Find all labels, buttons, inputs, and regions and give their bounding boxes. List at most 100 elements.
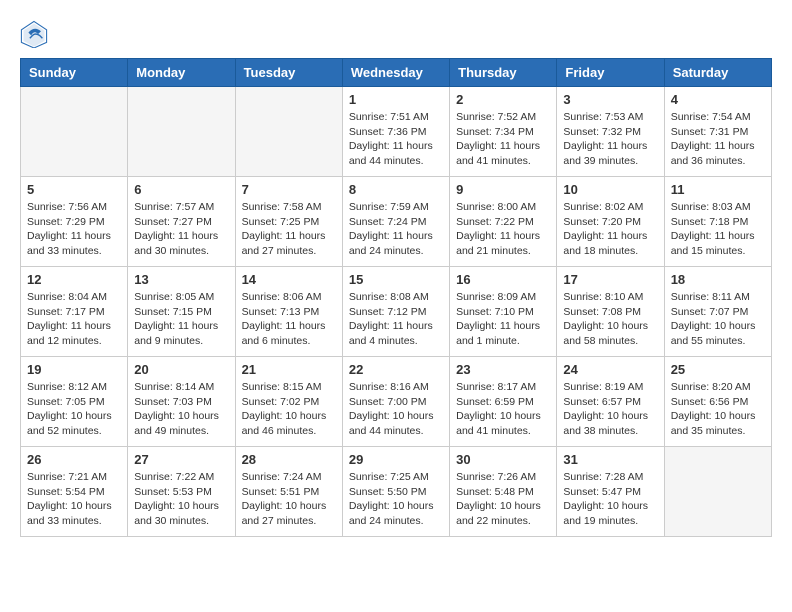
calendar-cell: 14Sunrise: 8:06 AMSunset: 7:13 PMDayligh…	[235, 267, 342, 357]
day-number: 28	[242, 452, 336, 467]
day-number: 6	[134, 182, 228, 197]
day-number: 10	[563, 182, 657, 197]
day-number: 21	[242, 362, 336, 377]
calendar-cell: 4 Sunrise: 7:54 AMSunset: 7:31 PMDaylight…	[664, 87, 771, 177]
day-number: 15	[349, 272, 443, 287]
day-number: 19	[27, 362, 121, 377]
day-number: 25	[671, 362, 765, 377]
weekday-header-thursday: Thursday	[450, 59, 557, 87]
calendar-cell: 9 Sunrise: 8:00 AMSunset: 7:22 PMDaylight…	[450, 177, 557, 267]
page-header	[20, 20, 772, 48]
day-number: 20	[134, 362, 228, 377]
day-number: 12	[27, 272, 121, 287]
day-number: 30	[456, 452, 550, 467]
day-number: 27	[134, 452, 228, 467]
logo-icon	[20, 20, 48, 48]
day-info: Sunrise: 8:19 AMSunset: 6:57 PMDaylight:…	[563, 380, 657, 439]
day-info: Sunrise: 7:52 AMSunset: 7:34 PMDaylight:…	[456, 110, 550, 169]
day-info: Sunrise: 8:05 AMSunset: 7:15 PMDaylight:…	[134, 290, 228, 349]
day-info: Sunrise: 7:57 AMSunset: 7:27 PMDaylight:…	[134, 200, 228, 259]
calendar-cell: 22 Sunrise: 8:16 AMSunset: 7:00 PMDayligh…	[342, 357, 449, 447]
day-number: 24	[563, 362, 657, 377]
calendar-cell: 3 Sunrise: 7:53 AMSunset: 7:32 PMDaylight…	[557, 87, 664, 177]
day-number: 4	[671, 92, 765, 107]
day-number: 8	[349, 182, 443, 197]
logo	[20, 20, 52, 48]
calendar-cell: 19 Sunrise: 8:12 AMSunset: 7:05 PMDayligh…	[21, 357, 128, 447]
calendar-cell: 27 Sunrise: 7:22 AMSunset: 5:53 PMDayligh…	[128, 447, 235, 537]
day-number: 13	[134, 272, 228, 287]
calendar-cell	[664, 447, 771, 537]
day-info: Sunrise: 7:21 AMSunset: 5:54 PMDaylight:…	[27, 470, 121, 529]
day-info: Sunrise: 7:58 AMSunset: 7:25 PMDaylight:…	[242, 200, 336, 259]
day-info: Sunrise: 7:56 AMSunset: 7:29 PMDaylight:…	[27, 200, 121, 259]
calendar-cell: 7 Sunrise: 7:58 AMSunset: 7:25 PMDaylight…	[235, 177, 342, 267]
calendar-cell: 13 Sunrise: 8:05 AMSunset: 7:15 PMDayligh…	[128, 267, 235, 357]
calendar-cell	[128, 87, 235, 177]
calendar-cell: 29Sunrise: 7:25 AMSunset: 5:50 PMDayligh…	[342, 447, 449, 537]
day-number: 3	[563, 92, 657, 107]
day-info: Sunrise: 8:12 AMSunset: 7:05 PMDaylight:…	[27, 380, 121, 439]
week-row-1: 1Sunrise: 7:51 AMSunset: 7:36 PMDaylight…	[21, 87, 772, 177]
calendar-cell: 23 Sunrise: 8:17 AMSunset: 6:59 PMDayligh…	[450, 357, 557, 447]
calendar-cell: 30Sunrise: 7:26 AMSunset: 5:48 PMDayligh…	[450, 447, 557, 537]
day-number: 31	[563, 452, 657, 467]
day-info: Sunrise: 7:24 AMSunset: 5:51 PMDaylight:…	[242, 470, 336, 529]
calendar-cell: 31 Sunrise: 7:28 AMSunset: 5:47 PMDayligh…	[557, 447, 664, 537]
calendar-cell: 10 Sunrise: 8:02 AMSunset: 7:20 PMDayligh…	[557, 177, 664, 267]
day-info: Sunrise: 8:11 AMSunset: 7:07 PMDaylight:…	[671, 290, 765, 349]
calendar-cell: 25 Sunrise: 8:20 AMSunset: 6:56 PMDayligh…	[664, 357, 771, 447]
calendar-cell	[21, 87, 128, 177]
calendar-cell: 2 Sunrise: 7:52 AMSunset: 7:34 PMDaylight…	[450, 87, 557, 177]
calendar-cell: 8 Sunrise: 7:59 AMSunset: 7:24 PMDaylight…	[342, 177, 449, 267]
day-number: 9	[456, 182, 550, 197]
day-number: 26	[27, 452, 121, 467]
calendar-cell: 24 Sunrise: 8:19 AMSunset: 6:57 PMDayligh…	[557, 357, 664, 447]
weekday-header-monday: Monday	[128, 59, 235, 87]
day-info: Sunrise: 8:14 AMSunset: 7:03 PMDaylight:…	[134, 380, 228, 439]
weekday-header-tuesday: Tuesday	[235, 59, 342, 87]
day-number: 2	[456, 92, 550, 107]
day-info: Sunrise: 8:09 AMSunset: 7:10 PMDaylight:…	[456, 290, 550, 349]
calendar-table: SundayMondayTuesdayWednesdayThursdayFrid…	[20, 58, 772, 537]
calendar-cell	[235, 87, 342, 177]
day-info: Sunrise: 8:03 AMSunset: 7:18 PMDaylight:…	[671, 200, 765, 259]
day-info: Sunrise: 8:20 AMSunset: 6:56 PMDaylight:…	[671, 380, 765, 439]
week-row-4: 19 Sunrise: 8:12 AMSunset: 7:05 PMDayligh…	[21, 357, 772, 447]
day-number: 23	[456, 362, 550, 377]
day-info: Sunrise: 8:08 AMSunset: 7:12 PMDaylight:…	[349, 290, 443, 349]
day-info: Sunrise: 8:17 AMSunset: 6:59 PMDaylight:…	[456, 380, 550, 439]
day-number: 18	[671, 272, 765, 287]
calendar-cell: 26 Sunrise: 7:21 AMSunset: 5:54 PMDayligh…	[21, 447, 128, 537]
day-info: Sunrise: 7:59 AMSunset: 7:24 PMDaylight:…	[349, 200, 443, 259]
calendar-cell: 21Sunrise: 8:15 AMSunset: 7:02 PMDayligh…	[235, 357, 342, 447]
weekday-header-row: SundayMondayTuesdayWednesdayThursdayFrid…	[21, 59, 772, 87]
day-info: Sunrise: 7:22 AMSunset: 5:53 PMDaylight:…	[134, 470, 228, 529]
weekday-header-sunday: Sunday	[21, 59, 128, 87]
calendar-cell: 17Sunrise: 8:10 AMSunset: 7:08 PMDayligh…	[557, 267, 664, 357]
day-info: Sunrise: 8:00 AMSunset: 7:22 PMDaylight:…	[456, 200, 550, 259]
day-info: Sunrise: 8:10 AMSunset: 7:08 PMDaylight:…	[563, 290, 657, 349]
day-info: Sunrise: 7:54 AMSunset: 7:31 PMDaylight:…	[671, 110, 765, 169]
calendar-cell: 16 Sunrise: 8:09 AMSunset: 7:10 PMDayligh…	[450, 267, 557, 357]
calendar-cell: 11Sunrise: 8:03 AMSunset: 7:18 PMDayligh…	[664, 177, 771, 267]
weekday-header-wednesday: Wednesday	[342, 59, 449, 87]
day-info: Sunrise: 8:06 AMSunset: 7:13 PMDaylight:…	[242, 290, 336, 349]
calendar-cell: 5 Sunrise: 7:56 AMSunset: 7:29 PMDaylight…	[21, 177, 128, 267]
day-info: Sunrise: 8:02 AMSunset: 7:20 PMDaylight:…	[563, 200, 657, 259]
calendar-cell: 20 Sunrise: 8:14 AMSunset: 7:03 PMDayligh…	[128, 357, 235, 447]
day-info: Sunrise: 7:53 AMSunset: 7:32 PMDaylight:…	[563, 110, 657, 169]
week-row-5: 26 Sunrise: 7:21 AMSunset: 5:54 PMDayligh…	[21, 447, 772, 537]
weekday-header-saturday: Saturday	[664, 59, 771, 87]
day-info: Sunrise: 8:04 AMSunset: 7:17 PMDaylight:…	[27, 290, 121, 349]
day-number: 7	[242, 182, 336, 197]
week-row-3: 12 Sunrise: 8:04 AMSunset: 7:17 PMDayligh…	[21, 267, 772, 357]
calendar-cell: 28 Sunrise: 7:24 AMSunset: 5:51 PMDayligh…	[235, 447, 342, 537]
day-info: Sunrise: 8:16 AMSunset: 7:00 PMDaylight:…	[349, 380, 443, 439]
calendar-cell: 18 Sunrise: 8:11 AMSunset: 7:07 PMDayligh…	[664, 267, 771, 357]
day-number: 16	[456, 272, 550, 287]
day-number: 22	[349, 362, 443, 377]
day-number: 1	[349, 92, 443, 107]
day-info: Sunrise: 7:28 AMSunset: 5:47 PMDaylight:…	[563, 470, 657, 529]
day-number: 5	[27, 182, 121, 197]
